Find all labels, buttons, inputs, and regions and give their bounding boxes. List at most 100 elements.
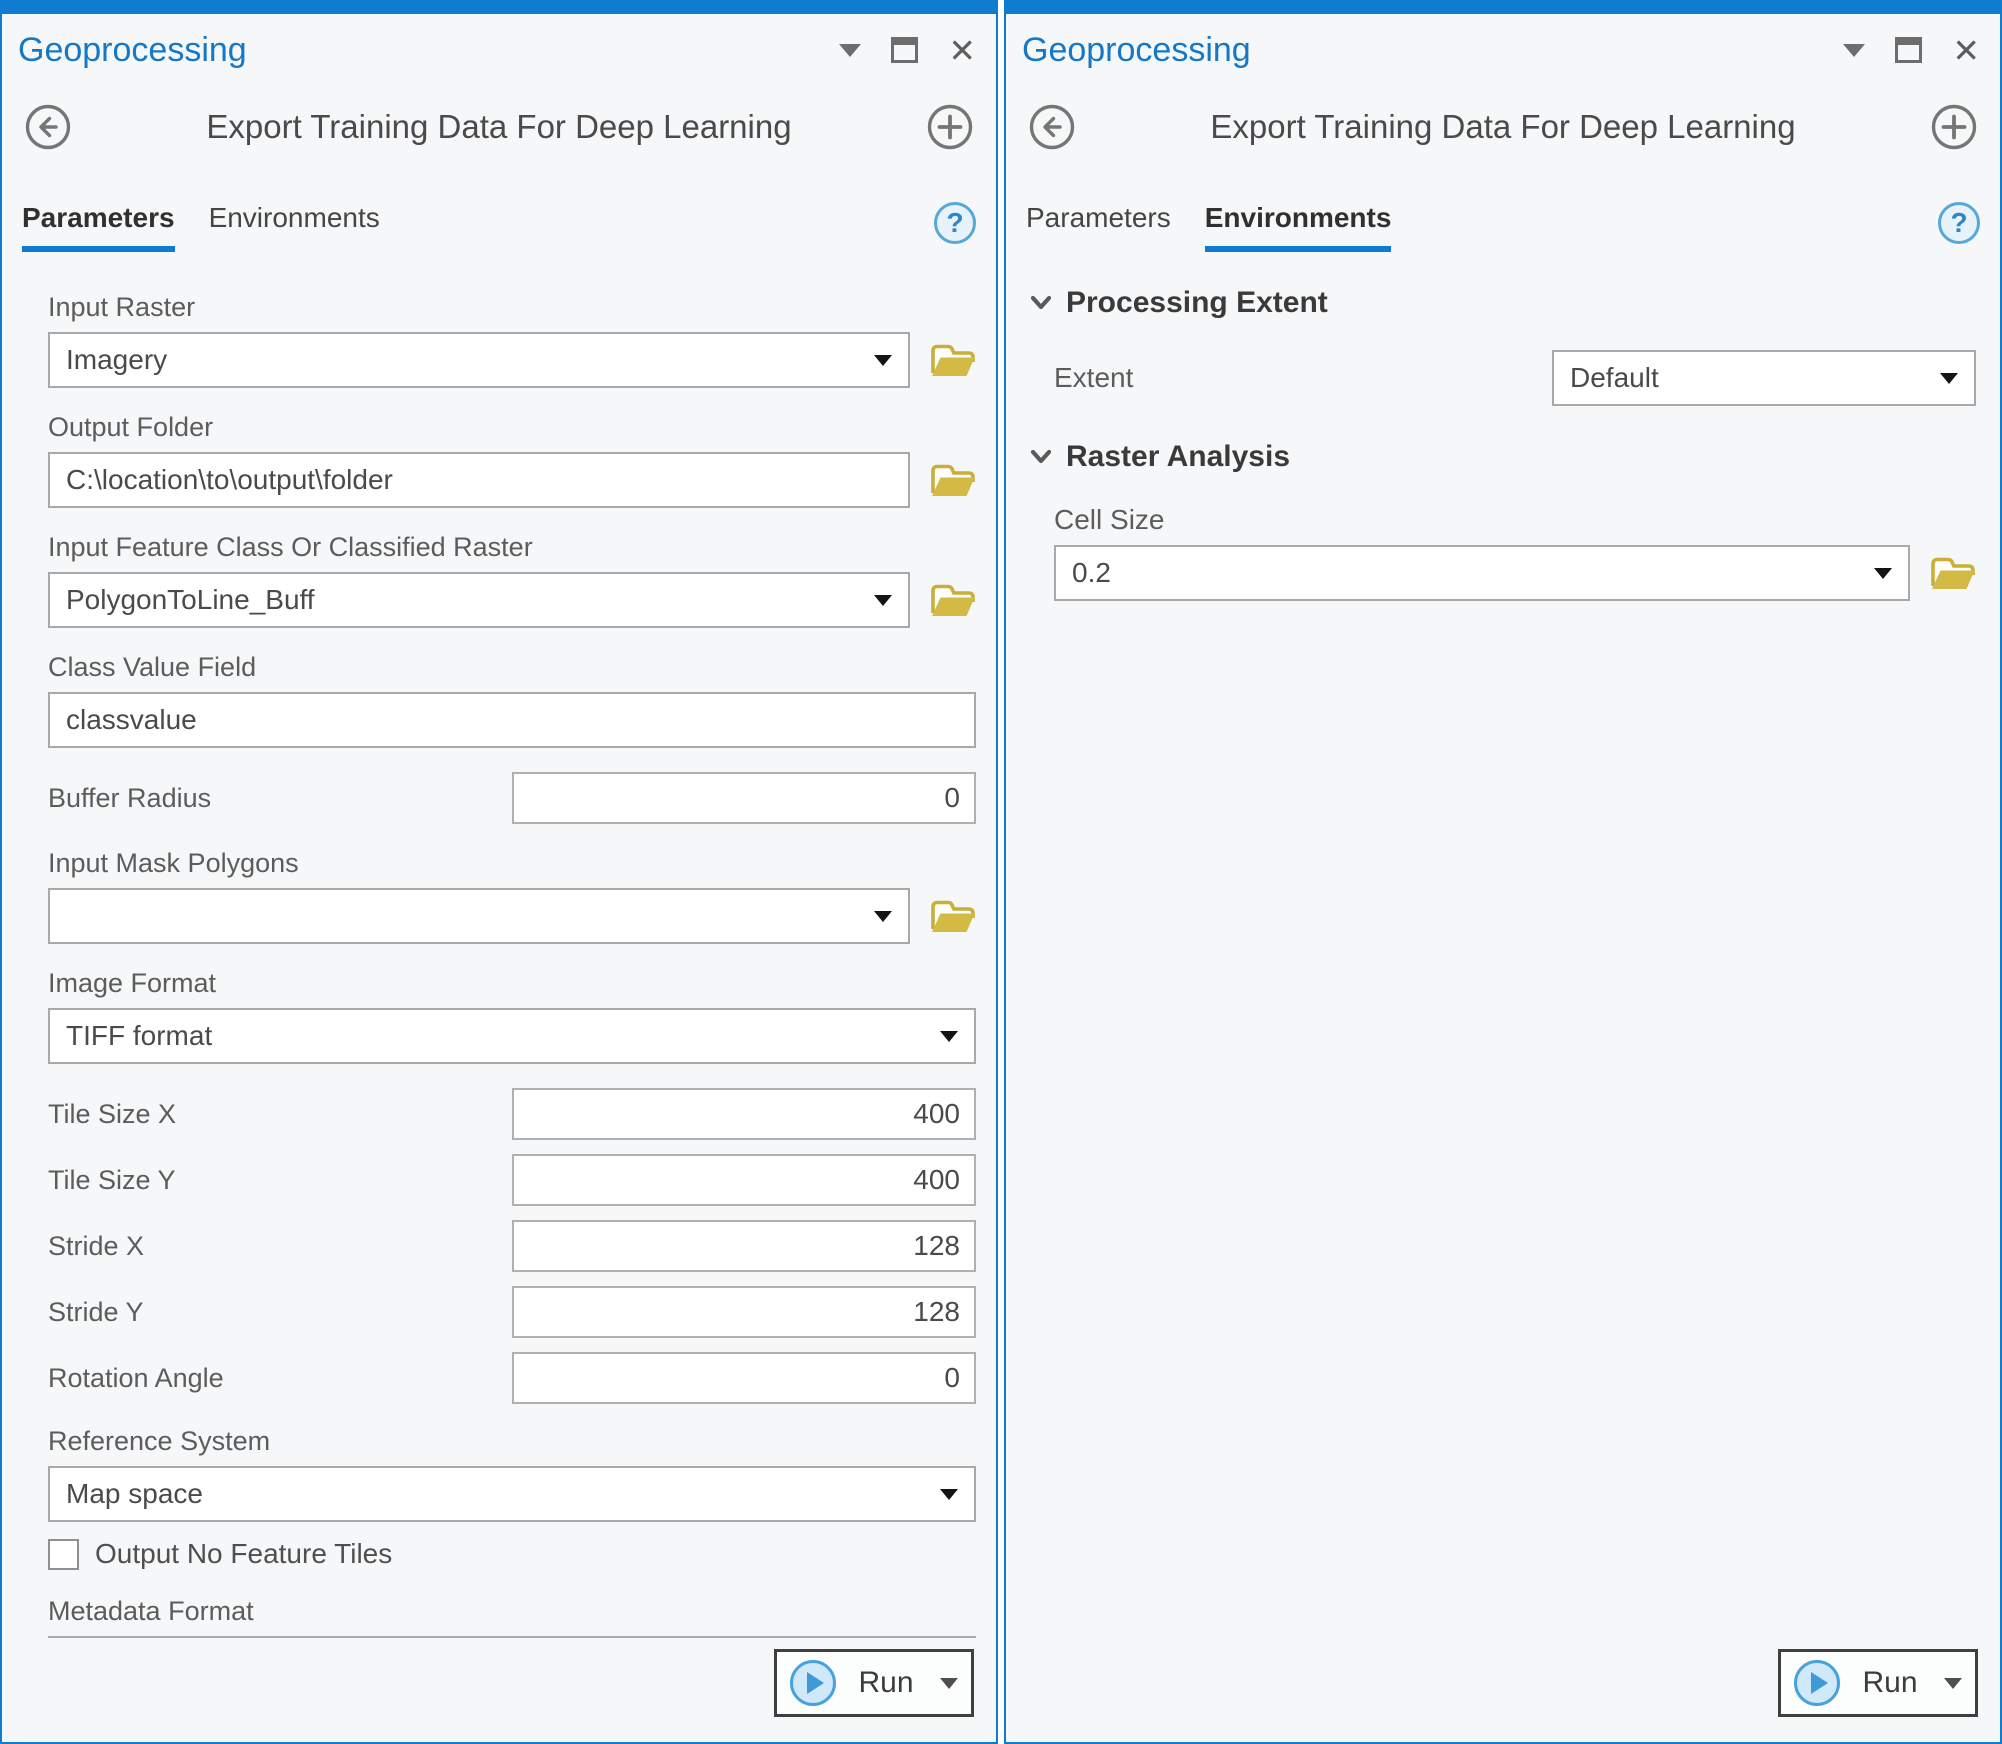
help-icon[interactable]: ?: [1938, 202, 1980, 244]
tab-parameters[interactable]: Parameters: [1026, 202, 1171, 252]
output-no-feature-tiles-checkbox[interactable]: [48, 1539, 79, 1570]
field-reference-system: Reference System Map space: [48, 1426, 976, 1522]
field-buffer-radius: Buffer Radius 0: [48, 772, 976, 824]
image-format-value: TIFF format: [66, 1020, 212, 1052]
window-controls: ✕: [1843, 34, 1980, 67]
tab-parameters[interactable]: Parameters: [22, 202, 175, 252]
field-cell-size: Cell Size 0.2: [1054, 504, 1976, 601]
tab-environments[interactable]: Environments: [1205, 202, 1392, 252]
rotation-angle-label: Rotation Angle: [48, 1363, 224, 1394]
dropdown-arrow-icon[interactable]: [874, 911, 892, 922]
browse-folder-icon[interactable]: [928, 459, 976, 501]
section-raster-analysis[interactable]: Raster Analysis: [1030, 440, 1976, 474]
input-raster-combobox[interactable]: Imagery: [48, 332, 910, 388]
stride-y-value: 128: [913, 1296, 960, 1328]
field-input-raster: Input Raster Imagery: [48, 292, 976, 388]
buffer-radius-value: 0: [944, 782, 960, 814]
open-new-tool-button[interactable]: [1930, 103, 1978, 151]
run-options-caret-icon[interactable]: [940, 1678, 958, 1689]
pane-menu-caret-icon[interactable]: [839, 44, 861, 57]
tab-environments[interactable]: Environments: [209, 202, 380, 252]
output-folder-input[interactable]: C:\location\to\output\folder: [48, 452, 910, 508]
pane-titlebar: Geoprocessing ✕: [2, 14, 996, 86]
pane-menu-caret-icon[interactable]: [1843, 44, 1865, 57]
browse-folder-icon[interactable]: [1928, 552, 1976, 594]
back-button[interactable]: [24, 103, 72, 151]
field-tile-size-x: Tile Size X 400: [48, 1088, 976, 1140]
dropdown-arrow-icon[interactable]: [1940, 373, 1958, 384]
tab-bar: Parameters Environments ?: [1006, 168, 2000, 252]
extent-label: Extent: [1054, 362, 1133, 394]
stride-x-input[interactable]: 128: [512, 1220, 976, 1272]
pane-title: Geoprocessing: [1022, 31, 1251, 70]
input-mask-polygons-combobox[interactable]: [48, 888, 910, 944]
run-button[interactable]: Run: [774, 1649, 974, 1717]
field-extent: Extent Default: [1054, 350, 1976, 406]
extent-combobox[interactable]: Default: [1552, 350, 1976, 406]
field-stride-y: Stride Y 128: [48, 1286, 976, 1338]
tile-size-x-value: 400: [913, 1098, 960, 1130]
environments-form: Processing Extent Extent Default Raster …: [1006, 252, 2000, 1638]
rotation-angle-value: 0: [944, 1362, 960, 1394]
input-mask-polygons-label: Input Mask Polygons: [48, 848, 976, 879]
chevron-down-icon: [1030, 449, 1052, 465]
run-button-label: Run: [858, 1666, 913, 1700]
pane-titlebar: Geoprocessing ✕: [1006, 14, 2000, 86]
dropdown-arrow-icon[interactable]: [940, 1489, 958, 1500]
stride-x-value: 128: [913, 1230, 960, 1262]
cell-size-label: Cell Size: [1054, 504, 1976, 536]
dropdown-arrow-icon[interactable]: [940, 1031, 958, 1042]
input-raster-value: Imagery: [66, 344, 167, 376]
field-image-format: Image Format TIFF format: [48, 968, 976, 1064]
output-folder-value: C:\location\to\output\folder: [66, 464, 393, 496]
close-icon[interactable]: ✕: [1952, 34, 1980, 67]
parameters-form: Input Raster Imagery Output Folder C:\lo…: [2, 252, 996, 1638]
buffer-radius-label: Buffer Radius: [48, 783, 211, 814]
stride-y-input[interactable]: 128: [512, 1286, 976, 1338]
reference-system-combobox[interactable]: Map space: [48, 1466, 976, 1522]
cell-size-combobox[interactable]: 0.2: [1054, 545, 1910, 601]
back-button[interactable]: [1028, 103, 1076, 151]
dropdown-arrow-icon[interactable]: [874, 355, 892, 366]
tile-size-y-input[interactable]: 400: [512, 1154, 976, 1206]
section-title: Processing Extent: [1066, 286, 1328, 320]
close-icon[interactable]: ✕: [948, 34, 976, 67]
field-metadata-format: Metadata Format Classified Tiles: [48, 1596, 976, 1638]
undock-window-icon[interactable]: [891, 37, 918, 63]
run-options-caret-icon[interactable]: [1944, 1678, 1962, 1689]
browse-folder-icon[interactable]: [928, 895, 976, 937]
tool-header: Export Training Data For Deep Learning: [1006, 86, 2000, 168]
pane-footer: Run: [1006, 1638, 2000, 1742]
section-processing-extent[interactable]: Processing Extent: [1030, 286, 1976, 320]
open-new-tool-button[interactable]: [926, 103, 974, 151]
browse-folder-icon[interactable]: [928, 579, 976, 621]
field-class-value-field: Class Value Field classvalue: [48, 652, 976, 748]
image-format-label: Image Format: [48, 968, 976, 999]
class-value-field-input[interactable]: classvalue: [48, 692, 976, 748]
input-feature-class-combobox[interactable]: PolygonToLine_Buff: [48, 572, 910, 628]
stride-x-label: Stride X: [48, 1231, 144, 1262]
browse-folder-icon[interactable]: [928, 339, 976, 381]
dropdown-arrow-icon[interactable]: [874, 595, 892, 606]
geoprocessing-pane-parameters: Geoprocessing ✕ Export Training Data For…: [0, 0, 998, 1744]
field-input-mask-polygons: Input Mask Polygons: [48, 848, 976, 944]
tile-size-x-input[interactable]: 400: [512, 1088, 976, 1140]
section-title: Raster Analysis: [1066, 440, 1290, 474]
undock-window-icon[interactable]: [1895, 37, 1922, 63]
buffer-radius-input[interactable]: 0: [512, 772, 976, 824]
pane-footer: Run: [2, 1638, 996, 1742]
class-value-field-value: classvalue: [66, 704, 197, 736]
chevron-down-icon: [1030, 295, 1052, 311]
tile-size-y-value: 400: [913, 1164, 960, 1196]
help-icon[interactable]: ?: [934, 202, 976, 244]
rotation-angle-input[interactable]: 0: [512, 1352, 976, 1404]
tab-bar: Parameters Environments ?: [2, 168, 996, 252]
output-no-feature-tiles-label: Output No Feature Tiles: [95, 1538, 392, 1570]
run-button[interactable]: Run: [1778, 1649, 1978, 1717]
image-format-combobox[interactable]: TIFF format: [48, 1008, 976, 1064]
field-stride-x: Stride X 128: [48, 1220, 976, 1272]
cell-size-value: 0.2: [1072, 557, 1111, 589]
dropdown-arrow-icon[interactable]: [1874, 568, 1892, 579]
tool-title: Export Training Data For Deep Learning: [72, 108, 926, 146]
run-play-icon: [1794, 1660, 1840, 1706]
